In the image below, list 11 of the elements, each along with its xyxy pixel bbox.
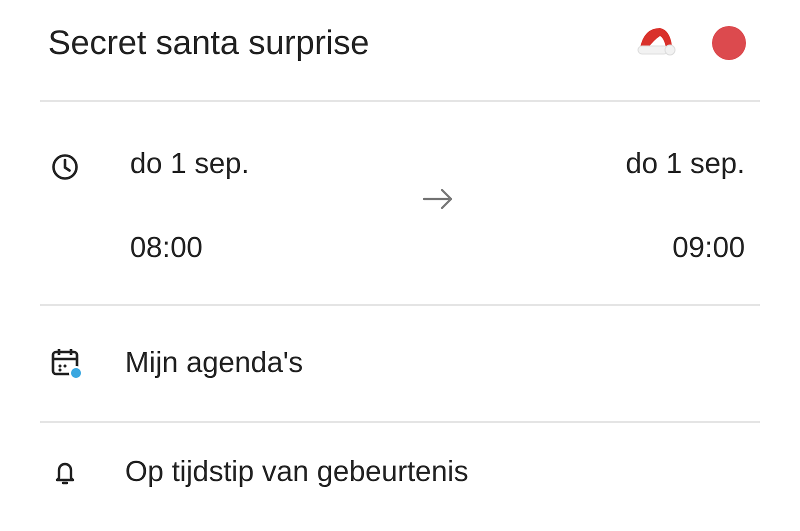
event-color-dot[interactable] [712, 26, 746, 60]
start-time[interactable]: 08:00 [130, 230, 250, 266]
end-time[interactable]: 09:00 [672, 230, 745, 266]
event-title: Secret santa surprise [48, 24, 370, 62]
arrow-icon [422, 188, 454, 210]
clock-icon [50, 152, 80, 182]
calendar-icon [50, 346, 84, 380]
calendar-name[interactable]: Mijn agenda's [125, 347, 304, 380]
end-date[interactable]: do 1 sep. [626, 146, 745, 182]
start-date[interactable]: do 1 sep. [130, 146, 250, 182]
reminder-label[interactable]: Op tijdstip van gebeurtenis [125, 456, 468, 488]
